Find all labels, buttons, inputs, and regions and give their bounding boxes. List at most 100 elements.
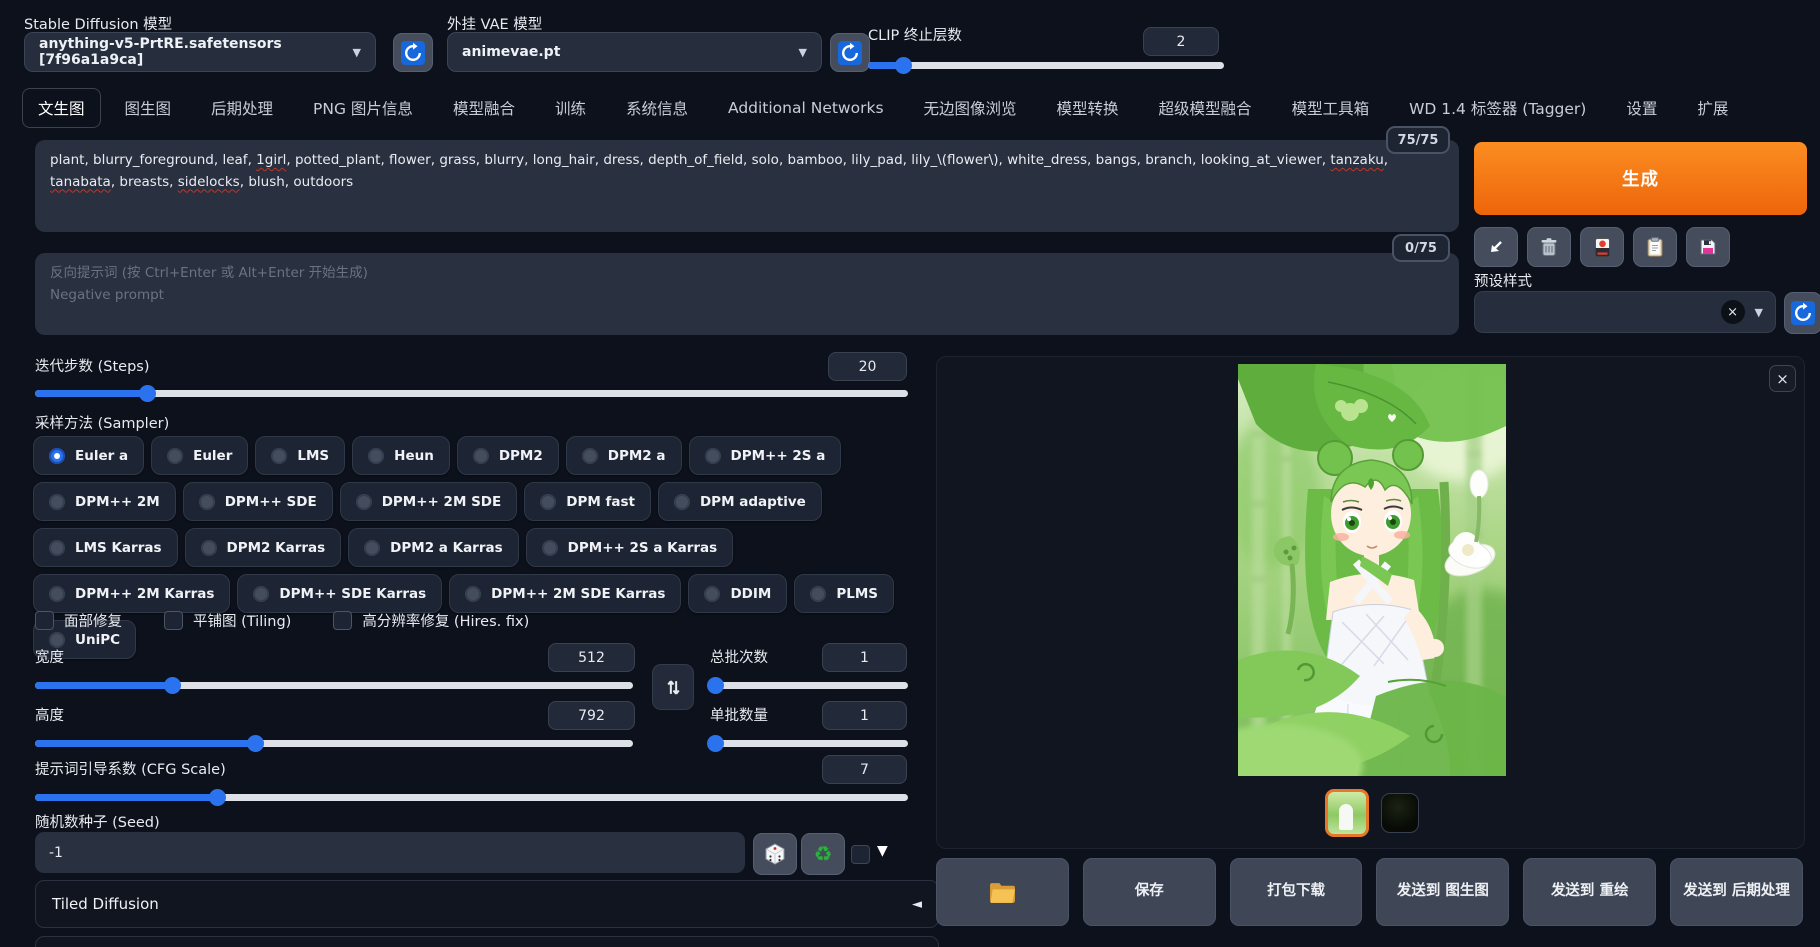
arrow-down-left-button[interactable] bbox=[1474, 227, 1518, 267]
swap-dimensions-button[interactable] bbox=[652, 664, 694, 710]
flower-card-button[interactable] bbox=[1580, 227, 1624, 267]
sampler-option-DPM2 Karras[interactable]: DPM2 Karras bbox=[184, 528, 342, 567]
tab-训练[interactable]: 训练 bbox=[539, 88, 602, 128]
tab-设置[interactable]: 设置 bbox=[1610, 88, 1673, 128]
txt2img-page: Stable Diffusion 模型 anything-v5-PrtRE.sa… bbox=[0, 0, 1820, 947]
vae-label: 外挂 VAE 模型 bbox=[447, 17, 543, 33]
tab-扩展[interactable]: 扩展 bbox=[1681, 88, 1744, 128]
reuse-seed-button[interactable]: ♻ bbox=[801, 833, 845, 875]
width-slider[interactable] bbox=[35, 676, 633, 694]
sampler-option-DDIM[interactable]: DDIM bbox=[688, 574, 788, 613]
sampler-option-LMS Karras[interactable]: LMS Karras bbox=[33, 528, 178, 567]
steps-value[interactable]: 20 bbox=[828, 352, 907, 381]
sampler-option-PLMS[interactable]: PLMS bbox=[794, 574, 894, 613]
height-value[interactable]: 792 bbox=[548, 701, 635, 730]
sd-model-refresh-button[interactable] bbox=[393, 33, 433, 72]
tab-无边图像浏览[interactable]: 无边图像浏览 bbox=[908, 88, 1033, 128]
prompt-token-counter: 75/75 bbox=[1386, 126, 1450, 154]
clipboard-icon bbox=[1647, 237, 1663, 257]
generate-button[interactable]: 生成 bbox=[1474, 142, 1807, 215]
cfg-slider[interactable] bbox=[35, 788, 908, 806]
tab-超级模型融合[interactable]: 超级模型融合 bbox=[1143, 88, 1268, 128]
width-value[interactable]: 512 bbox=[548, 643, 635, 672]
checkbox-高分辨率修复 (Hires. fix)[interactable]: 高分辨率修复 (Hires. fix) bbox=[333, 610, 529, 631]
sampler-option-Heun[interactable]: Heun bbox=[352, 436, 450, 475]
batch-size-value[interactable]: 1 bbox=[822, 701, 907, 730]
tiled-diffusion-accordion[interactable]: Tiled Diffusion ◄ bbox=[35, 880, 939, 928]
tab-Additional Networks[interactable]: Additional Networks bbox=[712, 90, 900, 126]
sampler-option-DPM++ 2M[interactable]: DPM++ 2M bbox=[33, 482, 176, 521]
prompt-textarea[interactable]: plant, blurry_foreground, leaf, 1girl, p… bbox=[35, 140, 1459, 232]
batch-size-slider[interactable] bbox=[706, 734, 908, 752]
seed-input[interactable]: -1 bbox=[35, 832, 745, 873]
preset-refresh-button[interactable] bbox=[1784, 292, 1820, 334]
seed-label: 随机数种子 (Seed) bbox=[35, 815, 160, 831]
tab-图生图[interactable]: 图生图 bbox=[109, 88, 188, 128]
tab-模型工具箱[interactable]: 模型工具箱 bbox=[1276, 88, 1386, 128]
chevron-down-icon: ▼ bbox=[1754, 305, 1763, 319]
vae-refresh-button[interactable] bbox=[830, 33, 870, 72]
tab-系统信息[interactable]: 系统信息 bbox=[610, 88, 704, 128]
sampler-option-LMS[interactable]: LMS bbox=[255, 436, 346, 475]
sampler-option-DPM2 a Karras[interactable]: DPM2 a Karras bbox=[348, 528, 519, 567]
sampler-option-DPM++ 2S a Karras[interactable]: DPM++ 2S a Karras bbox=[525, 528, 734, 567]
sampler-option-DPM++ 2M SDE[interactable]: DPM++ 2M SDE bbox=[339, 482, 518, 521]
sampler-option-DPM++ 2S a[interactable]: DPM++ 2S a bbox=[688, 436, 842, 475]
sampler-option-DPM++ SDE[interactable]: DPM++ SDE bbox=[182, 482, 333, 521]
clip-skip-value[interactable]: 2 bbox=[1143, 27, 1219, 56]
open-folder-button[interactable] bbox=[936, 858, 1069, 926]
generated-image[interactable] bbox=[1193, 354, 1553, 808]
sampler-option-DPM++ 2M Karras[interactable]: DPM++ 2M Karras bbox=[33, 574, 231, 613]
gallery-thumbnail-2[interactable] bbox=[1381, 793, 1419, 833]
sd-model-label: Stable Diffusion 模型 bbox=[24, 17, 173, 33]
tab-模型融合[interactable]: 模型融合 bbox=[437, 88, 531, 128]
radio-icon bbox=[355, 493, 372, 510]
radio-icon bbox=[704, 447, 721, 464]
sampler-option-DPM2 a[interactable]: DPM2 a bbox=[565, 436, 682, 475]
tab-WD 1.4 标签器 (Tagger)[interactable]: WD 1.4 标签器 (Tagger) bbox=[1393, 88, 1602, 128]
seed-extra-caret-icon[interactable]: ▼ bbox=[877, 843, 888, 859]
height-slider[interactable] bbox=[35, 734, 633, 752]
tab-PNG 图片信息[interactable]: PNG 图片信息 bbox=[297, 88, 429, 128]
clipboard-button[interactable] bbox=[1633, 227, 1677, 267]
sampler-option-DPM fast[interactable]: DPM fast bbox=[524, 482, 651, 521]
gallery-button-打包下载[interactable]: 打包下载 bbox=[1229, 858, 1363, 926]
tab-后期处理[interactable]: 后期处理 bbox=[195, 88, 289, 128]
clear-icon[interactable]: × bbox=[1720, 300, 1745, 324]
tiled-vae-accordion[interactable]: Tiled VAE ◄ bbox=[35, 936, 939, 947]
cfg-value[interactable]: 7 bbox=[822, 755, 907, 784]
clip-skip-slider[interactable] bbox=[868, 56, 1224, 74]
checkbox-icon bbox=[35, 611, 54, 630]
random-seed-button[interactable] bbox=[753, 833, 797, 875]
batch-count-slider[interactable] bbox=[706, 676, 908, 694]
sampler-option-DPM++ SDE Karras[interactable]: DPM++ SDE Karras bbox=[237, 574, 443, 613]
gallery-button-保存[interactable]: 保存 bbox=[1082, 858, 1216, 926]
floppy-button[interactable] bbox=[1686, 227, 1730, 267]
tab-模型转换[interactable]: 模型转换 bbox=[1041, 88, 1135, 128]
tab-文生图[interactable]: 文生图 bbox=[22, 88, 101, 128]
sampler-option-DPM2[interactable]: DPM2 bbox=[456, 436, 559, 475]
steps-slider[interactable] bbox=[35, 384, 908, 402]
anime-girl-artwork bbox=[1193, 354, 1553, 808]
batch-count-value[interactable]: 1 bbox=[822, 643, 907, 672]
sampler-option-Euler a[interactable]: Euler a bbox=[33, 436, 145, 475]
gallery-button-发送到 后期处理[interactable]: 发送到 后期处理 bbox=[1670, 858, 1803, 926]
sampler-option-DPM++ 2M SDE Karras[interactable]: DPM++ 2M SDE Karras bbox=[449, 574, 682, 613]
seed-extra-checkbox[interactable] bbox=[851, 845, 870, 864]
flower-card-icon bbox=[1594, 237, 1610, 257]
radio-icon bbox=[472, 447, 489, 464]
sampler-option-Euler[interactable]: Euler bbox=[151, 436, 249, 475]
height-label: 高度 bbox=[35, 708, 64, 724]
sd-model-dropdown[interactable]: anything-v5-PrtRE.safetensors [7f96a1a9c… bbox=[24, 32, 376, 72]
negative-prompt-textarea[interactable]: 反向提示词 (按 Ctrl+Enter 或 Alt+Enter 开始生成) Ne… bbox=[35, 253, 1459, 335]
close-preview-button[interactable]: × bbox=[1769, 365, 1796, 392]
checkbox-平铺图 (Tiling)[interactable]: 平铺图 (Tiling) bbox=[164, 610, 291, 631]
gallery-button-发送到 重绘[interactable]: 发送到 重绘 bbox=[1523, 858, 1657, 926]
gallery-thumbnail-selected[interactable] bbox=[1325, 789, 1369, 837]
vae-dropdown[interactable]: animevae.pt ▼ bbox=[447, 32, 822, 72]
preset-styles-dropdown[interactable]: × ▼ bbox=[1474, 291, 1776, 333]
gallery-button-发送到 图生图[interactable]: 发送到 图生图 bbox=[1376, 858, 1510, 926]
sampler-option-DPM adaptive[interactable]: DPM adaptive bbox=[657, 482, 822, 521]
checkbox-面部修复[interactable]: 面部修复 bbox=[35, 610, 122, 631]
trash-button[interactable] bbox=[1527, 227, 1571, 267]
